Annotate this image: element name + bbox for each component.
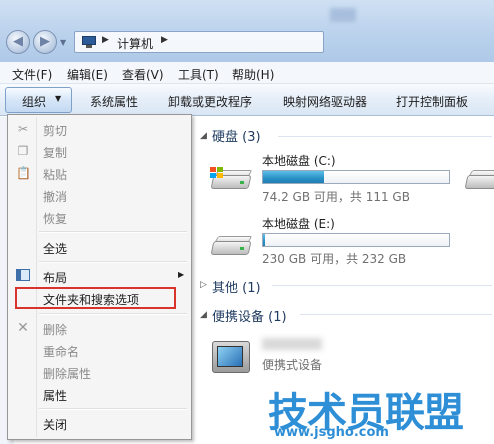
menu-item-paste[interactable]: 📋 粘贴: [10, 162, 189, 184]
collapse-arrow-icon[interactable]: ◢: [200, 310, 207, 320]
paste-icon: 📋: [16, 166, 31, 180]
menu-help[interactable]: 帮助(H): [232, 66, 274, 83]
menu-item-close[interactable]: 关闭: [10, 412, 189, 434]
drive-e-usage-fill: [263, 234, 265, 246]
system-properties-button[interactable]: 系统属性: [90, 93, 138, 110]
portable-device-icon[interactable]: [210, 339, 252, 377]
menu-file[interactable]: 文件(F): [12, 66, 52, 83]
breadcrumb-arrow-icon[interactable]: ▶: [161, 35, 168, 45]
menu-item-redo[interactable]: 恢复: [10, 206, 189, 228]
menu-item-label: 删除: [43, 323, 68, 337]
blurred-region: [330, 8, 356, 22]
history-dropdown-icon[interactable]: ▼: [60, 38, 70, 48]
breadcrumb-computer[interactable]: 计算机: [117, 35, 153, 52]
menu-separator: [39, 313, 187, 315]
windows-logo-icon: [210, 167, 224, 179]
back-button[interactable]: ◀: [6, 30, 30, 54]
blurred-device-name: [262, 338, 322, 350]
organize-label: 组织: [22, 95, 47, 109]
group-divider: [272, 285, 492, 286]
menu-item-label: 重命名: [43, 345, 80, 359]
menu-item-select-all[interactable]: 全选: [10, 236, 189, 258]
drive-e-usage-bar: [262, 233, 450, 247]
expand-arrow-icon[interactable]: ▷: [200, 280, 207, 290]
drive-e-name[interactable]: 本地磁盘 (E:): [262, 215, 335, 232]
command-bar: 组织 ▼ 系统属性 卸载或更改程序 映射网络驱动器 打开控制面板: [0, 84, 494, 116]
back-arrow-icon: ◀: [13, 34, 23, 49]
forward-button[interactable]: ▶: [33, 30, 57, 54]
menu-item-label: 撤消: [43, 190, 68, 204]
map-network-drive-button[interactable]: 映射网络驱动器: [283, 93, 367, 110]
layout-icon: [16, 269, 30, 281]
portable-device-label: 便携式设备: [262, 358, 323, 372]
open-control-panel-button[interactable]: 打开控制面板: [396, 93, 468, 110]
menu-separator: [39, 261, 187, 263]
menu-item-undo[interactable]: 撤消: [10, 184, 189, 206]
highlight-box: [15, 287, 176, 309]
group-header-other[interactable]: 其他 (1): [212, 277, 261, 296]
menu-item-rename[interactable]: 重命名: [10, 339, 189, 361]
drive-c-usage-fill: [263, 171, 325, 183]
uninstall-program-button[interactable]: 卸载或更改程序: [168, 93, 252, 110]
drive-c-usage-bar: [262, 170, 450, 184]
collapse-arrow-icon[interactable]: ◢: [200, 131, 207, 141]
menu-item-label: 属性: [43, 389, 68, 403]
drive-c-info: 74.2 GB 可用，共 111 GB: [262, 190, 410, 204]
group-header-harddisk[interactable]: 硬盘 (3): [212, 126, 261, 145]
organize-menu: ✂ 剪切 ❐ 复制 📋 粘贴 撤消 恢复 全选 布局 ▶ 文件夹和搜索选项 ✕ …: [7, 114, 192, 440]
menu-item-cut[interactable]: ✂ 剪切: [10, 118, 189, 140]
address-bar[interactable]: ▶ 计算机 ▶: [74, 31, 324, 53]
menu-item-label: 复制: [43, 146, 68, 160]
delete-x-icon: ✕: [17, 320, 29, 336]
menu-item-layout[interactable]: 布局 ▶: [10, 265, 189, 287]
menu-item-label: 全选: [43, 242, 68, 256]
menu-item-remove-properties[interactable]: 删除属性: [10, 361, 189, 383]
drive-c-name[interactable]: 本地磁盘 (C:): [262, 152, 336, 169]
menu-edit[interactable]: 编辑(E): [67, 66, 108, 83]
menu-bar: 文件(F) 编辑(E) 查看(V) 工具(T) 帮助(H): [0, 62, 494, 84]
drive-icon[interactable]: [464, 167, 494, 193]
group-divider: [278, 136, 492, 137]
menu-item-delete[interactable]: ✕ 删除: [10, 317, 189, 339]
menu-item-copy[interactable]: ❐ 复制: [10, 140, 189, 162]
menu-item-label: 恢复: [43, 212, 68, 226]
scissors-icon: ✂: [17, 122, 29, 136]
menu-item-label: 删除属性: [43, 367, 92, 381]
computer-icon: [81, 36, 97, 49]
menu-item-label: 剪切: [43, 124, 68, 138]
menu-item-label: 粘贴: [43, 168, 68, 182]
menu-separator: [39, 408, 187, 410]
group-header-portable[interactable]: 便携设备 (1): [212, 306, 287, 325]
menu-separator: [39, 231, 187, 233]
copy-icon: ❐: [17, 144, 29, 158]
chevron-down-icon: ▼: [55, 94, 62, 103]
menu-tools[interactable]: 工具(T): [178, 66, 219, 83]
breadcrumb-arrow-icon[interactable]: ▶: [102, 35, 109, 45]
group-divider: [300, 314, 492, 315]
menu-item-properties[interactable]: 属性: [10, 383, 189, 405]
menu-item-label: 关闭: [43, 418, 68, 432]
menu-view[interactable]: 查看(V): [122, 66, 164, 83]
drive-e-icon[interactable]: [210, 233, 253, 259]
forward-arrow-icon: ▶: [40, 34, 50, 49]
title-bar: ◀ ▶ ▼ ▶ 计算机 ▶: [0, 0, 494, 62]
menu-item-label: 布局: [43, 271, 68, 285]
submenu-arrow-icon: ▶: [178, 270, 185, 279]
drive-e-info: 230 GB 可用，共 232 GB: [262, 252, 407, 266]
watermark-url: www.jsgho.com: [274, 425, 389, 440]
organize-button[interactable]: 组织 ▼: [5, 87, 72, 113]
